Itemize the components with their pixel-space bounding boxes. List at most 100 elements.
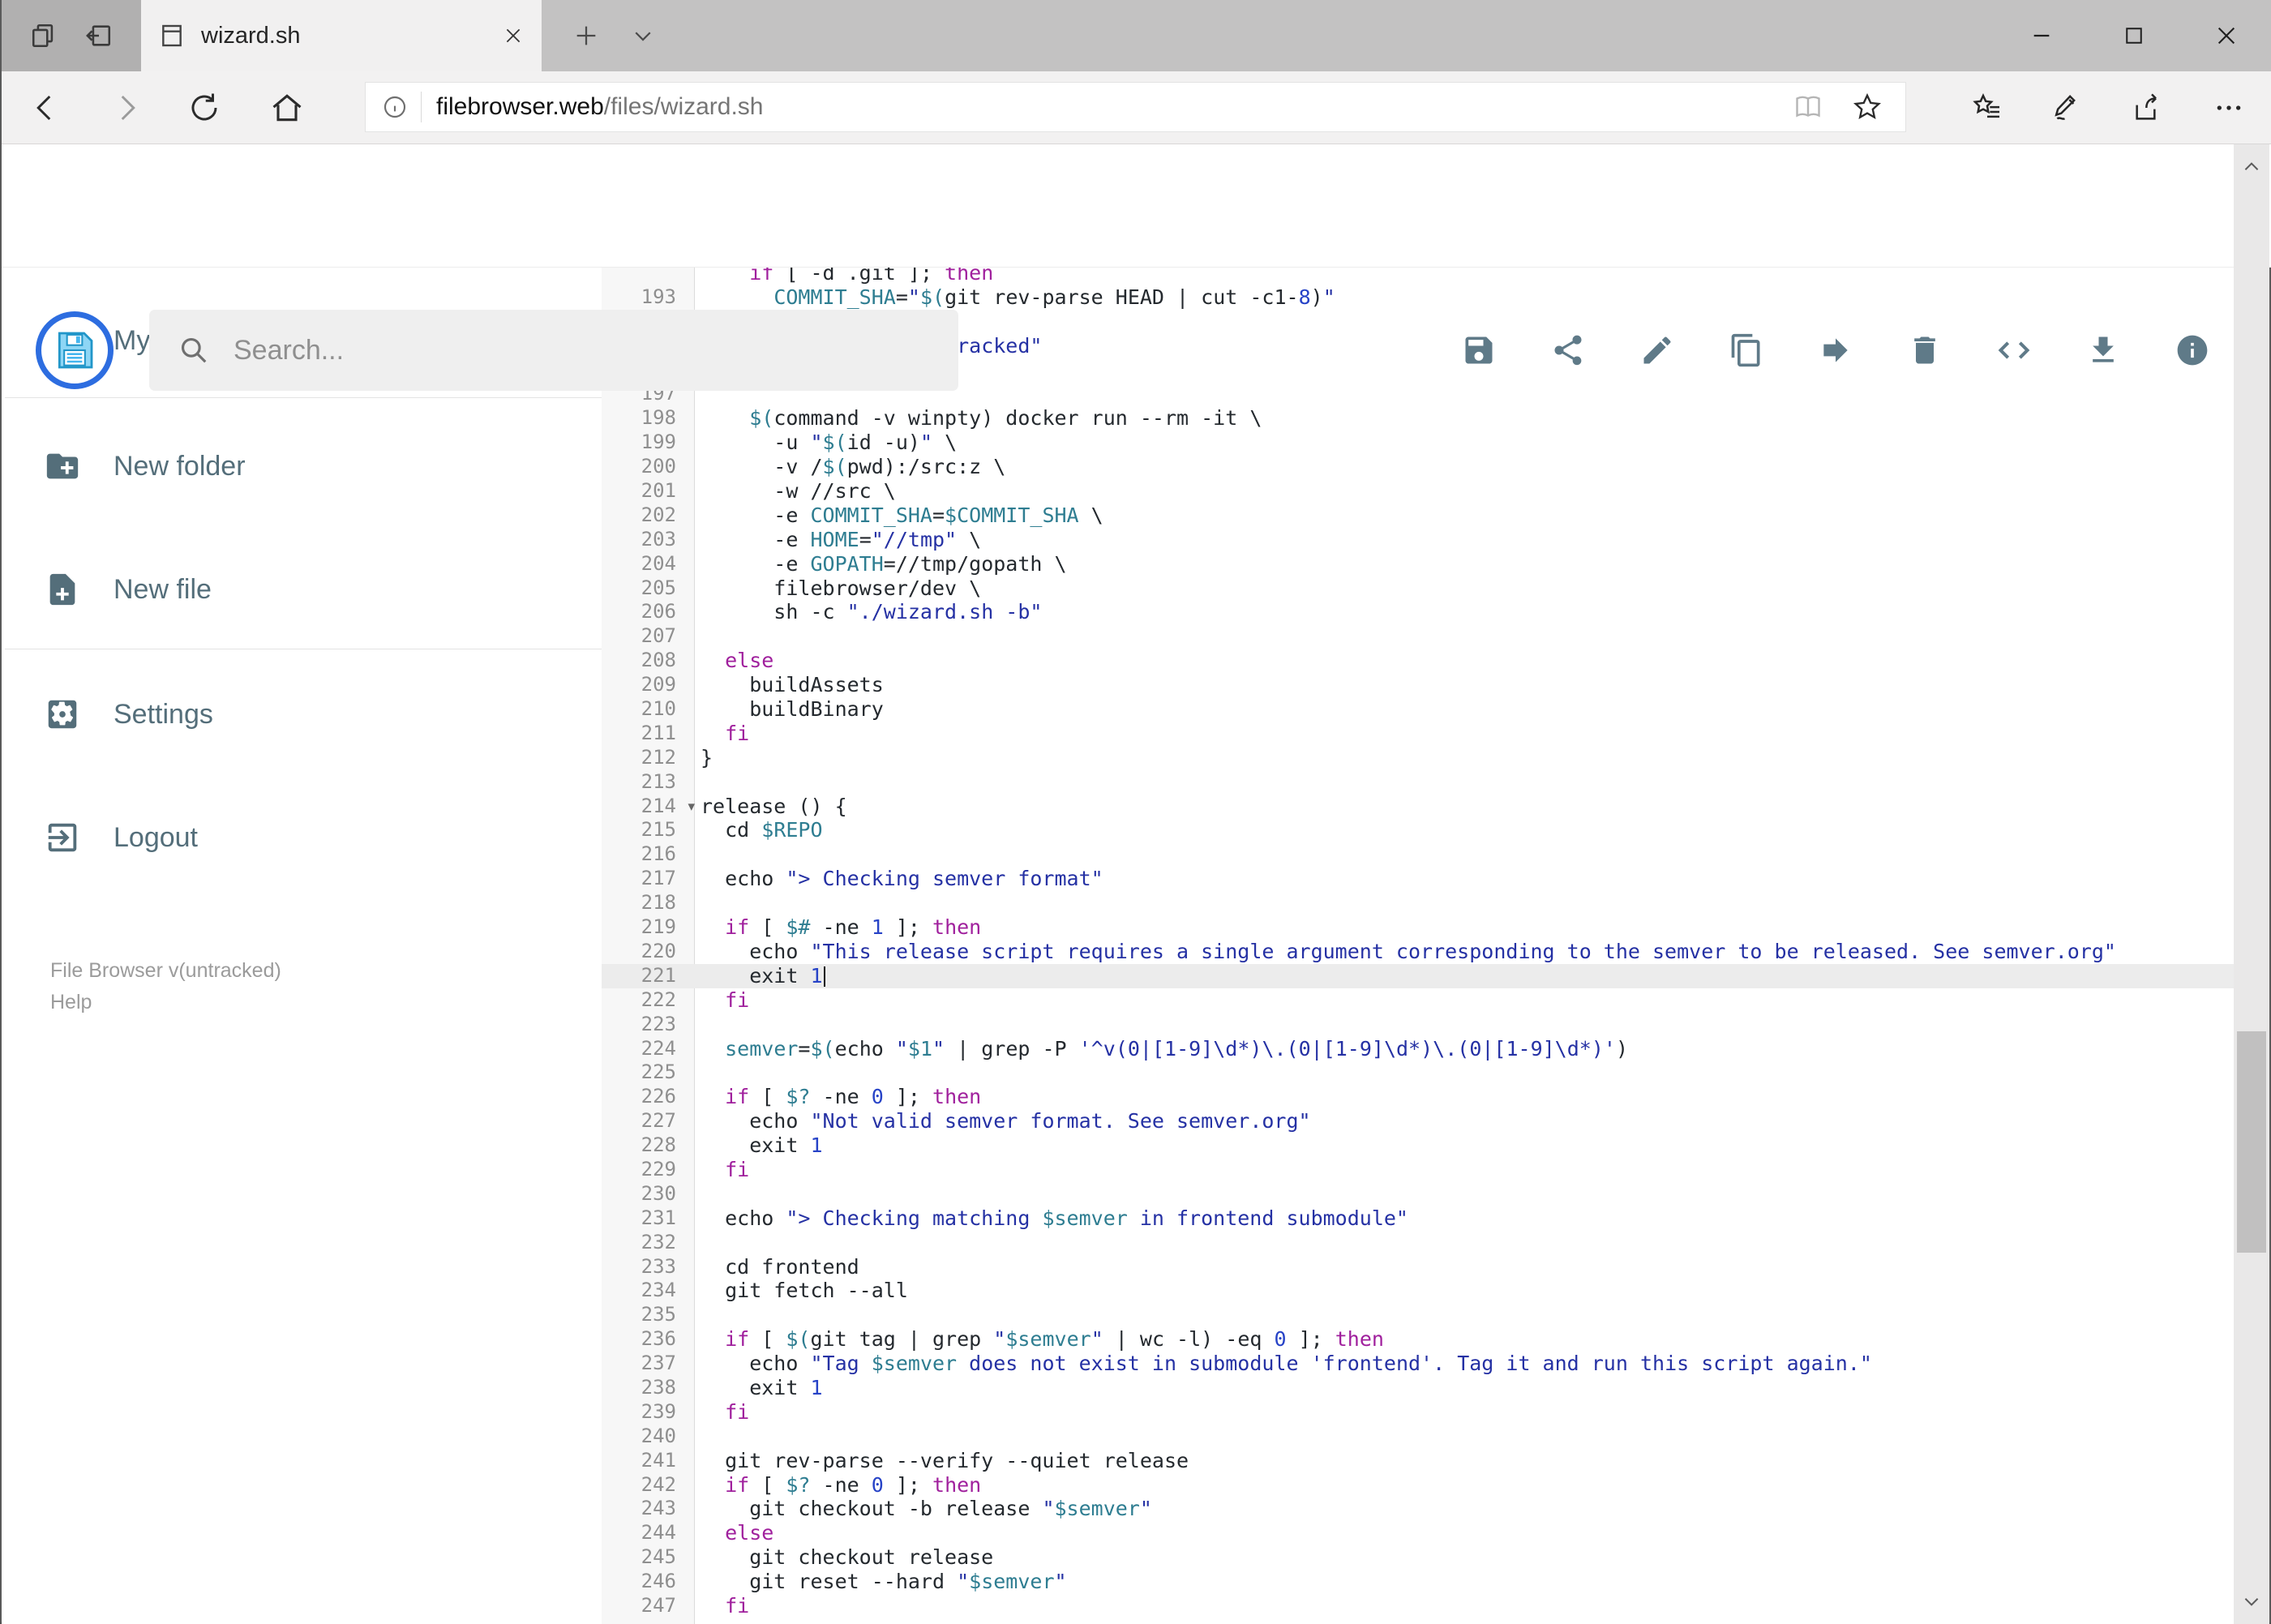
code-line-244[interactable]: 244 else	[602, 1521, 2237, 1545]
code-lines[interactable]: if [ -d .git ]; then 193 COMMIT_SHA="$(gi…	[602, 268, 2237, 1618]
code-line-215[interactable]: 215 cd $REPO	[602, 818, 2237, 842]
code-line-232[interactable]: 232	[602, 1231, 2237, 1255]
line-number: 229	[641, 1157, 676, 1181]
code-line-200[interactable]: 200 -v /$(pwd):/src:z \	[602, 455, 2237, 479]
help-link[interactable]: Help	[50, 987, 281, 1018]
sidebar-item-new-file[interactable]: New file	[2, 545, 602, 634]
code-line-246[interactable]: 246 git reset --hard "$semver"	[602, 1570, 2237, 1594]
minimize-button[interactable]	[1995, 0, 2088, 71]
file-browser-logo[interactable]	[36, 311, 114, 389]
code-line-201[interactable]: 201 -w //src \	[602, 479, 2237, 503]
code-line-227[interactable]: 227 echo "Not valid semver format. See s…	[602, 1109, 2237, 1133]
code-line-209[interactable]: 209 buildAssets	[602, 673, 2237, 697]
code-line-233[interactable]: 233 cd frontend	[602, 1255, 2237, 1279]
code-line-242[interactable]: 242 if [ $? -ne 0 ]; then	[602, 1473, 2237, 1498]
code-line-211[interactable]: 211 fi	[602, 722, 2237, 746]
maximize-button[interactable]	[2088, 0, 2180, 71]
browser-tab[interactable]: wizard.sh	[141, 0, 542, 71]
tab-list-button[interactable]	[619, 0, 666, 71]
code-line-216[interactable]: 216	[602, 842, 2237, 867]
code-line-228[interactable]: 228 exit 1	[602, 1133, 2237, 1158]
code-line-234[interactable]: 234 git fetch --all	[602, 1279, 2237, 1303]
info-icon[interactable]	[2174, 332, 2211, 369]
code-line-239[interactable]: 239 fi	[602, 1400, 2237, 1425]
code-line-238[interactable]: 238 exit 1	[602, 1376, 2237, 1400]
search-icon	[178, 335, 209, 366]
share-page-icon[interactable]	[2115, 71, 2180, 144]
code-line-217[interactable]: 217 echo "> Checking semver format"	[602, 867, 2237, 891]
code-line-206[interactable]: 206 sh -c "./wizard.sh -b"	[602, 600, 2237, 624]
scroll-down-icon[interactable]	[2234, 1580, 2269, 1622]
url-text[interactable]: filebrowser.web/files/wizard.sh	[436, 93, 1793, 121]
code-line-220[interactable]: 220 echo "This release script requires a…	[602, 940, 2237, 964]
download-icon[interactable]	[2085, 332, 2122, 369]
tab-close-icon[interactable]	[503, 25, 524, 46]
code-icon[interactable]	[1995, 332, 2033, 369]
code-line-223[interactable]: 223	[602, 1013, 2237, 1037]
code-line-213[interactable]: 213	[602, 770, 2237, 795]
code-line-221[interactable]: 221 exit 1	[602, 963, 2237, 988]
code-line-225[interactable]: 225	[602, 1061, 2237, 1085]
code-line-192[interactable]: if [ -d .git ]; then	[602, 268, 2237, 285]
more-options-icon[interactable]	[2196, 71, 2261, 144]
sidebar-divider	[5, 397, 602, 398]
code-line-243[interactable]: 243 git checkout -b release "$semver"	[602, 1497, 2237, 1521]
code-line-231[interactable]: 231 echo "> Checking matching $semver in…	[602, 1206, 2237, 1231]
code-line-212[interactable]: 212}	[602, 746, 2237, 770]
page-scrollbar[interactable]	[2234, 144, 2269, 1624]
code-line-202[interactable]: 202 -e COMMIT_SHA=$COMMIT_SHA \	[602, 503, 2237, 528]
code-line-240[interactable]: 240	[602, 1425, 2237, 1449]
tab-preview-icon[interactable]	[30, 22, 58, 49]
code-line-214[interactable]: 214 ▾ release () {	[602, 795, 2237, 819]
code-line-207[interactable]: 207	[602, 624, 2237, 649]
delete-icon[interactable]	[1906, 332, 1943, 369]
code-line-247[interactable]: 247 fi	[602, 1594, 2237, 1618]
web-note-pen-icon[interactable]	[2034, 71, 2099, 144]
code-line-208[interactable]: 208 else	[602, 649, 2237, 673]
new-tab-button[interactable]	[563, 0, 610, 71]
code-line-226[interactable]: 226 if [ $? -ne 0 ]; then	[602, 1085, 2237, 1109]
search-input[interactable]: Search...	[149, 310, 958, 391]
scrollbar-thumb[interactable]	[2237, 1031, 2266, 1253]
code-line-218[interactable]: 218	[602, 891, 2237, 915]
code-line-219[interactable]: 219 if [ $# -ne 1 ]; then	[602, 915, 2237, 940]
folder-plus-icon	[44, 448, 81, 485]
favorite-star-icon[interactable]	[1852, 92, 1883, 122]
share-icon[interactable]	[1549, 332, 1587, 369]
scroll-up-icon[interactable]	[2234, 146, 2269, 188]
forward-button[interactable]	[94, 71, 159, 144]
code-line-199[interactable]: 199 -u "$(id -u)" \	[602, 431, 2237, 455]
code-line-222[interactable]: 222 fi	[602, 988, 2237, 1013]
back-button[interactable]	[13, 71, 78, 144]
code-line-241[interactable]: 241 git rev-parse --verify --quiet relea…	[602, 1449, 2237, 1473]
fold-arrow-icon[interactable]: ▾	[688, 795, 695, 820]
save-icon[interactable]	[1460, 332, 1498, 369]
code-line-245[interactable]: 245 git checkout release	[602, 1545, 2237, 1570]
code-line-230[interactable]: 230	[602, 1182, 2237, 1206]
home-button[interactable]	[255, 71, 319, 144]
code-line-205[interactable]: 205 filebrowser/dev \	[602, 576, 2237, 601]
line-number: 219	[641, 915, 676, 939]
code-line-224[interactable]: 224 semver=$(echo "$1" | grep -P '^v(0|[…	[602, 1037, 2237, 1061]
refresh-button[interactable]	[172, 71, 237, 144]
code-line-229[interactable]: 229 fi	[602, 1158, 2237, 1182]
set-tabs-aside-icon[interactable]	[85, 22, 113, 49]
sidebar-item-new-folder[interactable]: New folder	[2, 422, 602, 511]
code-line-236[interactable]: 236 if [ $(git tag | grep "$semver" | wc…	[602, 1327, 2237, 1352]
sidebar-item-logout[interactable]: Logout	[2, 793, 602, 882]
close-window-button[interactable]	[2180, 0, 2271, 71]
move-icon[interactable]	[1817, 332, 1854, 369]
page-info-icon[interactable]	[382, 94, 408, 120]
reading-view-icon[interactable]	[1793, 92, 1823, 122]
address-bar[interactable]: filebrowser.web/files/wizard.sh	[365, 82, 1906, 132]
hub-favorites-icon[interactable]	[1955, 71, 2020, 144]
code-line-210[interactable]: 210 buildBinary	[602, 697, 2237, 722]
code-line-235[interactable]: 235	[602, 1303, 2237, 1327]
copy-icon[interactable]	[1728, 332, 1765, 369]
code-editor[interactable]: if [ -d .git ]; then 193 COMMIT_SHA="$(gi…	[602, 268, 2237, 1624]
edit-icon[interactable]	[1639, 332, 1676, 369]
sidebar-item-settings[interactable]: Settings	[2, 670, 602, 759]
code-line-203[interactable]: 203 -e HOME="//tmp" \	[602, 528, 2237, 552]
code-line-204[interactable]: 204 -e GOPATH=//tmp/gopath \	[602, 552, 2237, 576]
code-line-237[interactable]: 237 echo "Tag $semver does not exist in …	[602, 1352, 2237, 1376]
